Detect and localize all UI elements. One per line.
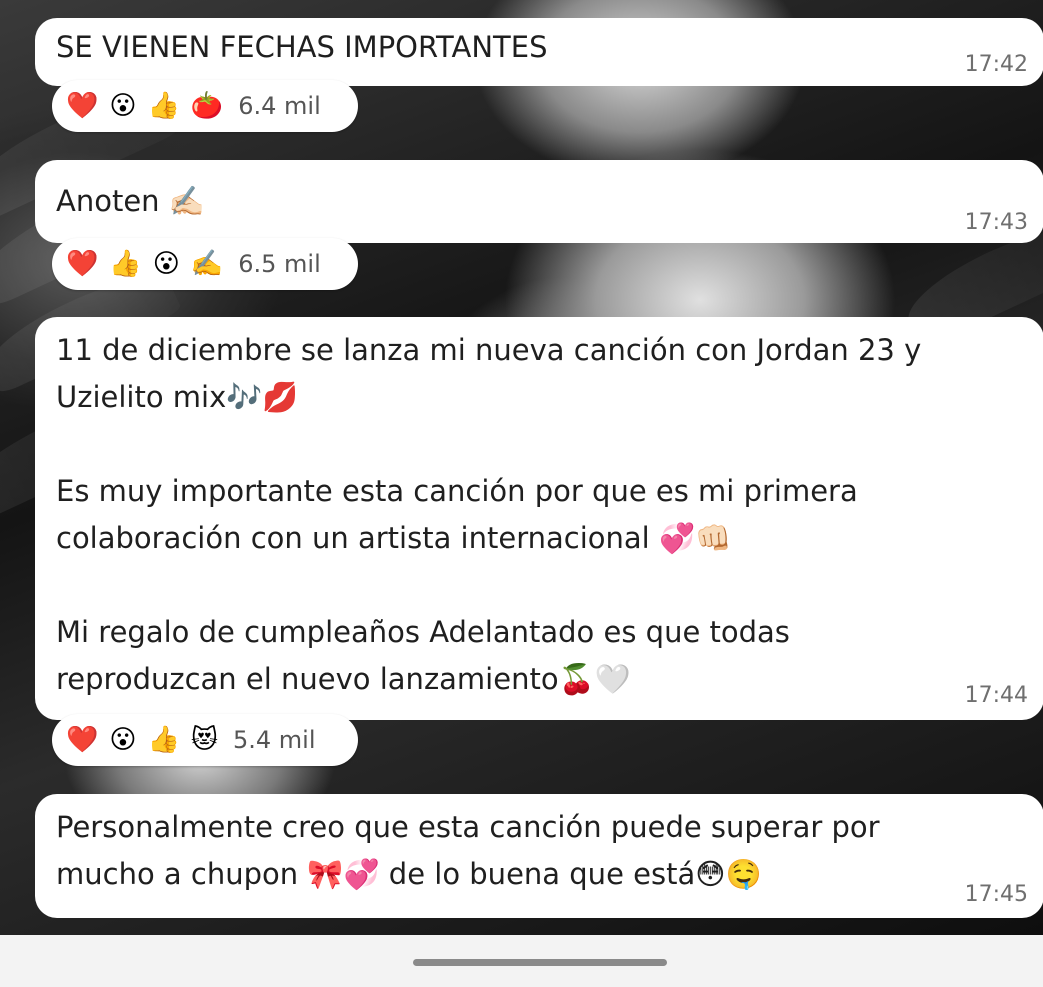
message-text: 11 de diciembre se lanza mi nueva canció…	[56, 333, 922, 696]
surprised-reaction-icon: 😮	[109, 91, 137, 121]
heart-reaction-icon: ❤️	[66, 91, 99, 121]
message-bubble[interactable]: Personalmente creo que esta canción pued…	[35, 794, 1043, 918]
reaction-count: 5.4 mil	[232, 726, 316, 754]
surprised-reaction-icon: 😮	[109, 725, 137, 755]
reactions-bar[interactable]: ❤️ 😮 👍 🍅 6.4 mil	[52, 80, 358, 132]
message-bubble[interactable]: SE VIENEN FECHAS IMPORTANTES 17:42	[35, 18, 1043, 86]
message-time: 17:44	[964, 683, 1028, 708]
message-time: 17:45	[964, 882, 1028, 907]
heart-eyes-cat-reaction-icon: 😻	[190, 725, 218, 755]
message-text: Personalmente creo que esta canción pued…	[56, 810, 880, 891]
thumbs-up-reaction-icon: 👍	[147, 91, 180, 121]
reaction-count: 6.4 mil	[238, 92, 321, 120]
heart-reaction-icon: ❤️	[66, 725, 99, 755]
writing-hand-reaction-icon: ✍️	[190, 249, 224, 279]
navigation-bar	[0, 935, 1043, 987]
message-bubble[interactable]: 11 de diciembre se lanza mi nueva canció…	[35, 317, 1043, 720]
reactions-bar[interactable]: ❤️ 😮 👍 😻 5.4 mil	[52, 714, 358, 766]
surprised-reaction-icon: 😮	[152, 249, 180, 279]
message-text: SE VIENEN FECHAS IMPORTANTES	[56, 30, 548, 64]
message-time: 17:42	[964, 52, 1028, 77]
thumbs-up-reaction-icon: 👍	[109, 249, 142, 279]
heart-reaction-icon: ❤️	[66, 249, 99, 279]
reactions-bar[interactable]: ❤️ 👍 😮 ✍️ 6.5 mil	[52, 238, 358, 290]
message-text: Anoten ✍🏻	[56, 184, 205, 218]
message-time: 17:43	[964, 210, 1028, 235]
reaction-count: 6.5 mil	[238, 250, 321, 278]
tomato-reaction-icon: 🍅	[190, 91, 224, 121]
thumbs-up-reaction-icon: 👍	[147, 725, 180, 755]
message-bubble[interactable]: Anoten ✍🏻 17:43	[35, 160, 1043, 243]
gesture-handle-icon[interactable]	[413, 959, 667, 966]
